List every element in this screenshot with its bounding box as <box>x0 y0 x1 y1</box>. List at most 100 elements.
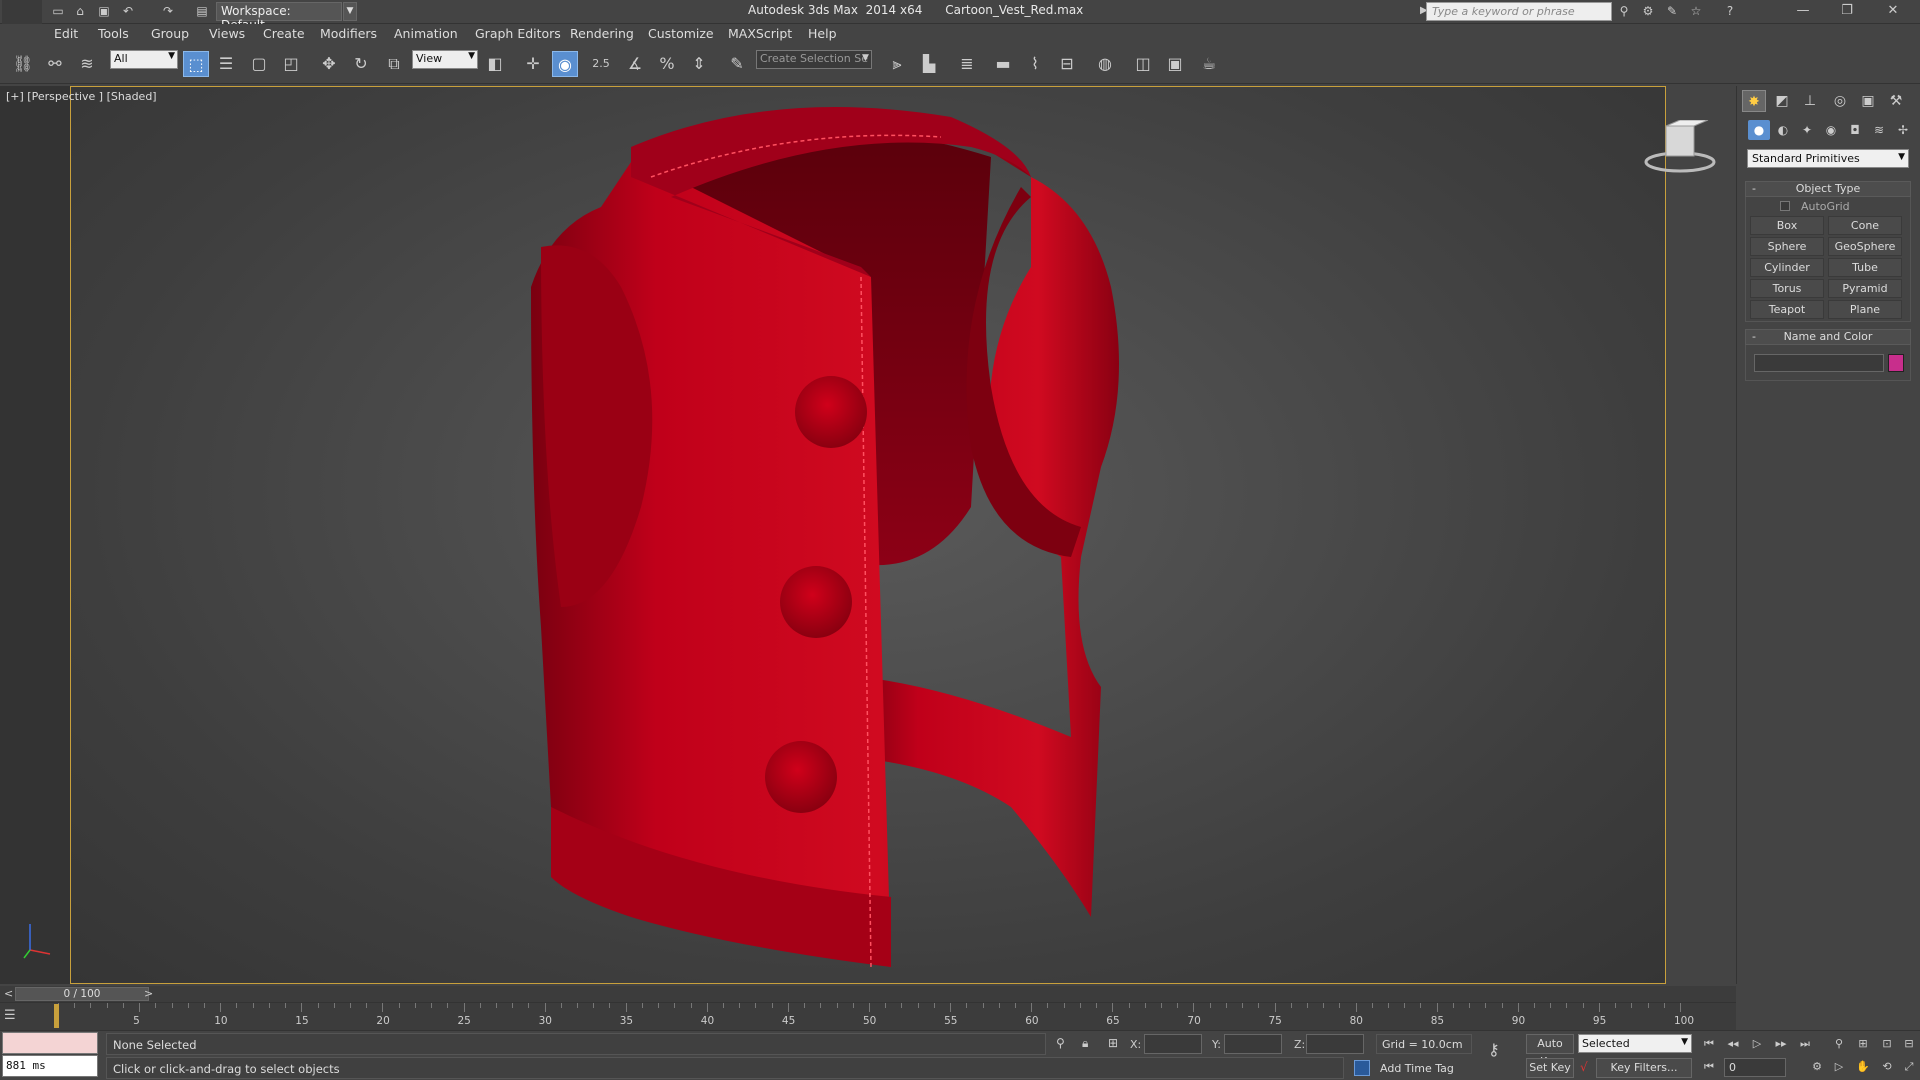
menu-customize[interactable]: Customize <box>648 26 714 41</box>
previous-frame-arrow[interactable]: < <box>4 987 13 1000</box>
project-folder-icon[interactable]: ▤ <box>194 3 210 19</box>
viewcube-icon[interactable] <box>1640 119 1720 180</box>
unlink-icon[interactable]: ⚯ <box>42 51 68 77</box>
z-coordinate-input[interactable] <box>1306 1034 1364 1054</box>
close-button[interactable]: ✕ <box>1880 2 1906 20</box>
layer-manager-icon[interactable]: ≣ <box>954 51 980 77</box>
isolate-selection-icon[interactable]: ⚲ <box>1056 1036 1065 1050</box>
material-editor-icon[interactable]: ◍ <box>1092 51 1118 77</box>
undo-icon[interactable]: ↶ <box>120 3 136 19</box>
time-tag-icon[interactable] <box>1354 1060 1370 1076</box>
edit-named-selection-icon[interactable]: ✎ <box>724 51 750 77</box>
time-slider[interactable] <box>0 986 1736 1002</box>
curve-editor-icon[interactable]: ⌇ <box>1022 51 1048 77</box>
named-selection-set-dropdown[interactable]: Create Selection Se <box>756 50 872 69</box>
perspective-viewport[interactable] <box>70 86 1666 984</box>
new-file-icon[interactable]: ▭ <box>50 3 66 19</box>
modify-tab-icon[interactable]: ◩ <box>1770 90 1794 112</box>
teapot-button[interactable]: Teapot <box>1750 300 1824 319</box>
autogrid-checkbox[interactable] <box>1780 201 1790 211</box>
menu-tools[interactable]: Tools <box>98 26 129 41</box>
create-tab-icon[interactable]: ✸ <box>1742 90 1766 112</box>
pan-view-icon[interactable]: ✋ <box>1852 1058 1874 1076</box>
object-name-input[interactable] <box>1754 354 1884 372</box>
key-filters-button[interactable]: Key Filters... <box>1596 1058 1692 1078</box>
minimize-button[interactable]: — <box>1790 2 1816 20</box>
menu-maxscript[interactable]: MAXScript <box>728 26 792 41</box>
set-keys-key-icon[interactable]: ⚷ <box>1488 1040 1500 1059</box>
absolute-mode-transform-icon[interactable]: ⊞ <box>1108 1036 1118 1050</box>
lights-icon[interactable]: ✦ <box>1796 120 1818 140</box>
chevron-down-icon[interactable]: ▼ <box>862 53 869 63</box>
utilities-tab-icon[interactable]: ⚒ <box>1884 90 1908 112</box>
rectangular-selection-icon[interactable]: ▢ <box>246 51 272 77</box>
auto-key-button[interactable]: Auto Key <box>1526 1034 1574 1068</box>
percent-snap-icon[interactable]: % <box>654 51 680 77</box>
systems-icon[interactable]: ✢ <box>1892 120 1914 140</box>
maxscript-listener-input[interactable] <box>2 1032 98 1054</box>
menu-modifiers[interactable]: Modifiers <box>320 26 377 41</box>
display-tab-icon[interactable]: ▣ <box>1856 90 1880 112</box>
window-crossing-icon[interactable]: ◰ <box>278 51 304 77</box>
link-icon[interactable]: ⛓ <box>10 51 36 77</box>
help-icon[interactable]: ? <box>1722 3 1738 19</box>
selection-filter-dropdown[interactable]: All ▼ <box>110 50 178 69</box>
y-coordinate-input[interactable] <box>1224 1034 1282 1054</box>
key-mode-dropdown[interactable]: Selected ▼ <box>1578 1034 1692 1053</box>
go-to-start-icon[interactable]: ⏮ <box>1698 1035 1720 1053</box>
menu-edit[interactable]: Edit <box>54 26 78 41</box>
render-setup-icon[interactable]: ◫ <box>1130 51 1156 77</box>
next-frame-arrow[interactable]: > <box>144 987 153 1000</box>
binoculars-icon[interactable]: ⚲ <box>1616 3 1632 19</box>
box-button[interactable]: Box <box>1750 216 1824 235</box>
subscription-icon[interactable]: ✎ <box>1664 3 1680 19</box>
name-color-rollout-header[interactable]: - Name and Color <box>1745 329 1911 345</box>
align-icon[interactable]: ▙ <box>916 51 942 77</box>
menu-rendering[interactable]: Rendering <box>570 26 634 41</box>
menu-animation[interactable]: Animation <box>394 26 458 41</box>
cone-button[interactable]: Cone <box>1828 216 1902 235</box>
field-of-view-icon[interactable]: ▷ <box>1828 1058 1850 1076</box>
key-curve-icon[interactable]: √ <box>1580 1060 1588 1074</box>
mirror-icon[interactable]: ⫸ <box>884 51 910 77</box>
tube-button[interactable]: Tube <box>1828 258 1902 277</box>
key-mode-toggle-icon[interactable]: ⏮ <box>1698 1058 1720 1076</box>
maxscript-output[interactable]: 881 ms <box>2 1055 98 1077</box>
infocenter-search-input[interactable]: Type a keyword or phrase <box>1426 2 1612 21</box>
select-object-icon[interactable]: ⬚ <box>183 51 209 77</box>
spinner-snap-icon[interactable]: ⇕ <box>686 51 712 77</box>
pivot-center-icon[interactable]: ◧ <box>482 51 508 77</box>
zoom-extents-all-icon[interactable]: ⊟ <box>1898 1035 1920 1053</box>
zoom-extents-icon[interactable]: ⊡ <box>1876 1035 1898 1053</box>
menu-group[interactable]: Group <box>151 26 189 41</box>
rendered-frame-window-icon[interactable]: ▣ <box>1162 51 1188 77</box>
hierarchy-tab-icon[interactable]: ⊥ <box>1798 90 1822 112</box>
sphere-button[interactable]: Sphere <box>1750 237 1824 256</box>
keyboard-shortcut-override-icon[interactable]: ◉ <box>552 51 578 77</box>
scale-icon[interactable]: ⧉ <box>381 51 407 77</box>
zoom-icon[interactable]: ⚲ <box>1828 1035 1850 1053</box>
plane-button[interactable]: Plane <box>1828 300 1902 319</box>
current-time-marker[interactable] <box>54 1004 59 1028</box>
object-category-dropdown[interactable]: Standard Primitives ▼ <box>1747 149 1909 168</box>
shapes-icon[interactable]: ◐ <box>1772 120 1794 140</box>
selection-lock-icon[interactable]: 🔒︎ <box>1082 1036 1088 1051</box>
geosphere-button[interactable]: GeoSphere <box>1828 237 1902 256</box>
graphite-ribbon-icon[interactable]: ▬ <box>990 51 1016 77</box>
play-icon[interactable]: ▷ <box>1746 1035 1768 1053</box>
torus-button[interactable]: Torus <box>1750 279 1824 298</box>
time-configuration-icon[interactable]: ⚙ <box>1806 1058 1828 1076</box>
move-icon[interactable]: ✥ <box>316 51 342 77</box>
restore-button[interactable]: ❐ <box>1834 2 1860 20</box>
time-slider-thumb[interactable]: 0 / 100 <box>15 987 149 1001</box>
set-key-button[interactable]: Set Key <box>1526 1058 1574 1078</box>
select-manipulate-icon[interactable]: ✛ <box>520 51 546 77</box>
go-to-end-icon[interactable]: ⏭ <box>1794 1035 1816 1053</box>
schematic-view-icon[interactable]: ⊟ <box>1054 51 1080 77</box>
quick-access-dropdown-icon[interactable]: ▼ <box>343 2 357 21</box>
render-production-icon[interactable]: ☕ <box>1196 51 1222 77</box>
open-file-icon[interactable]: ⌂ <box>72 3 88 19</box>
orbit-icon[interactable]: ⟲ <box>1876 1058 1898 1076</box>
next-frame-icon[interactable]: ▸▸ <box>1770 1035 1792 1053</box>
current-frame-input[interactable]: 0 <box>1724 1058 1786 1077</box>
